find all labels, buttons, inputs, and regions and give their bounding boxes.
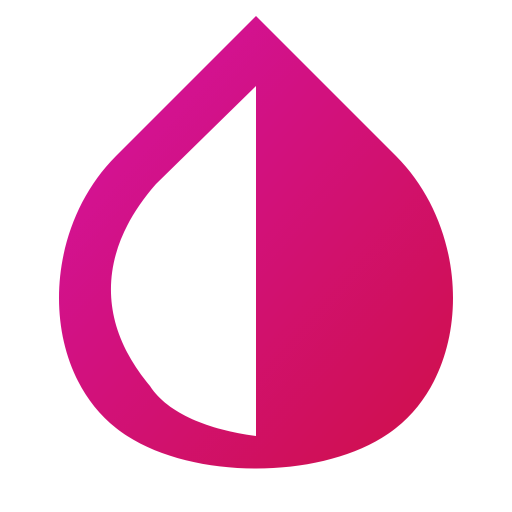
canvas — [0, 0, 512, 512]
half-drop-icon — [59, 16, 453, 469]
